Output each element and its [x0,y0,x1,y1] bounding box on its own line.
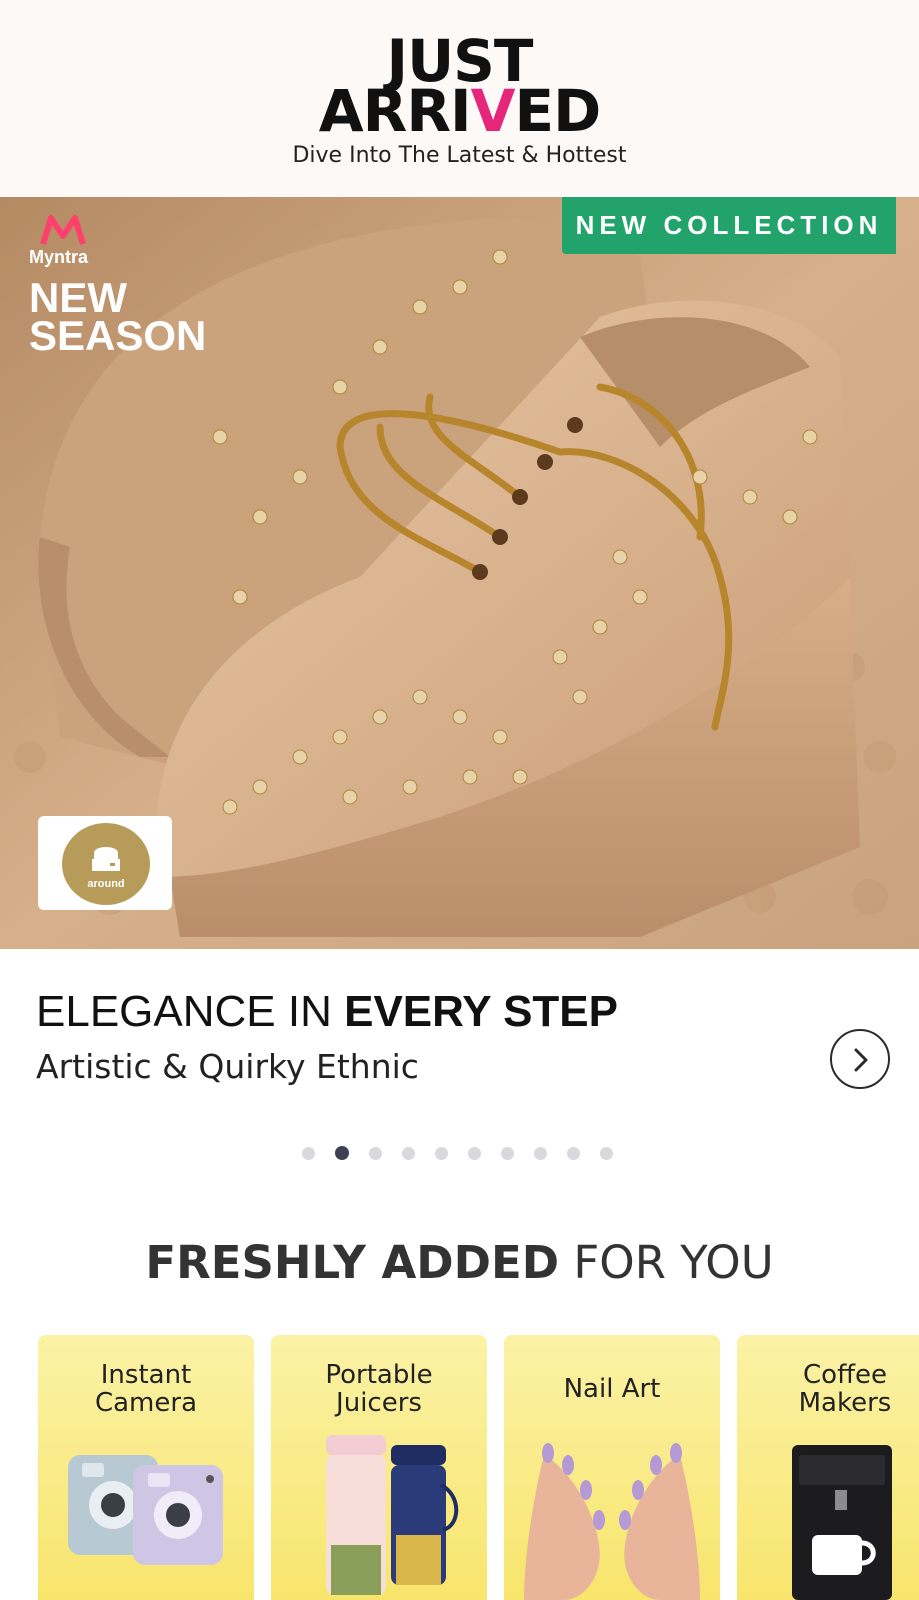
just-arrived-header: JUST ARRIVED Dive Into The Latest & Hott… [0,0,919,197]
caption-title-bold: EVERY STEP [344,987,618,1036]
myntra-brand-text: Myntra [29,247,89,267]
card-label-line: Instant [100,1360,192,1390]
carousel-dot[interactable] [600,1146,613,1160]
category-carousel[interactable]: Instant Camera Portable Juicers Nail Art… [38,1335,919,1600]
chevron-right-icon [854,1048,868,1072]
category-card-coffee-makers[interactable]: Coffee Makers [737,1335,919,1600]
new-collection-tag: NEW COLLECTION [562,197,896,254]
category-card-nail-art[interactable]: Nail Art [504,1335,720,1600]
brand-logo-icon [92,847,120,871]
carousel-dot[interactable] [501,1146,514,1160]
section-title: FRESHLY ADDED FOR YOU [0,1236,919,1289]
carousel-dot[interactable] [567,1146,580,1160]
brand-badge[interactable]: around [38,816,172,910]
carousel-dot-active[interactable] [335,1146,349,1160]
card-label: Instant Camera [38,1361,254,1417]
card-label-line: Portable [325,1360,433,1390]
title-line-2: ARRIVED [0,82,919,140]
card-label: Nail Art [504,1375,720,1403]
title-part: ARRI [318,77,472,145]
card-label-line: Makers [798,1388,892,1418]
card-label: Portable Juicers [271,1361,487,1417]
category-card-portable-juicers[interactable]: Portable Juicers [271,1335,487,1600]
caption-title: ELEGANCE IN EVERY STEP [36,987,618,1037]
card-label-line: Nail Art [563,1374,661,1404]
title-accent-letter: V [470,77,516,145]
card-label-line: Coffee [803,1360,887,1390]
hero-banner[interactable]: Myntra NEW SEASON NEW COLLECTION around [0,197,919,949]
card-label-line: Camera [94,1388,198,1418]
banner-caption: ELEGANCE IN EVERY STEP Artistic & Quirky… [0,949,919,1181]
next-slide-button[interactable] [830,1029,890,1089]
brand-name: around [87,878,125,890]
carousel-dot[interactable] [468,1146,481,1160]
instant-camera-icon [68,1455,223,1565]
carousel-dot[interactable] [302,1146,315,1160]
carousel-dot[interactable] [402,1146,415,1160]
section-title-light: FOR YOU [573,1236,774,1289]
season-line-2: SEASON [29,312,207,359]
caption-title-light: ELEGANCE IN [36,987,332,1036]
carousel-dot[interactable] [534,1146,547,1160]
carousel-dot[interactable] [369,1146,382,1160]
myntra-logo-icon [40,215,86,245]
page-title: JUST ARRIVED [0,32,919,140]
header-subtitle: Dive Into The Latest & Hottest [292,143,627,168]
carousel-dot[interactable] [435,1146,448,1160]
new-season-label: NEW SEASON [29,277,207,359]
nail-art-icon [524,1443,700,1600]
coffee-maker-icon [792,1445,892,1600]
carousel-dots [302,1145,613,1161]
section-title-bold: FRESHLY ADDED [145,1236,560,1289]
title-part: ED [514,77,601,145]
card-label-line: Juicers [336,1388,422,1418]
juicer-icon [326,1435,459,1595]
category-card-instant-camera[interactable]: Instant Camera [38,1335,254,1600]
card-label: Coffee Makers [737,1361,919,1417]
caption-subtitle: Artistic & Quirky Ethnic [36,1047,419,1086]
